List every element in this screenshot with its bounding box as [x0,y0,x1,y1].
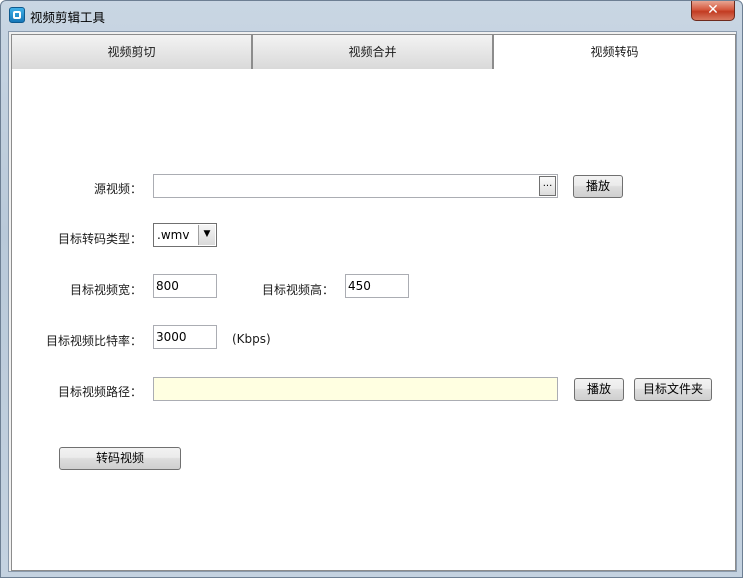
target-path-input[interactable] [153,377,558,401]
app-icon [9,7,25,23]
transcode-panel: 源视频： ... 播放 目标转码类型： .wmv ▼ 目标视频宽： 800 目标… [11,69,736,571]
bitrate-input[interactable]: 3000 [153,325,217,349]
tab-video-cut[interactable]: 视频剪切 [11,34,252,70]
source-video-input[interactable] [153,174,558,198]
bitrate-unit-label: (Kbps) [232,332,271,346]
tab-strip: 视频剪切 视频合并 视频转码 [11,34,736,71]
target-width-label: 目标视频宽： [69,283,142,297]
target-height-label: 目标视频高： [261,283,334,297]
browse-source-button[interactable]: ... [539,176,556,196]
close-button[interactable]: ✕ [691,1,735,21]
client-area: 视频剪切 视频合并 视频转码 源视频： ... 播放 目标转码类型： .wmv … [8,31,737,572]
open-target-folder-button[interactable]: 目标文件夹 [634,378,712,401]
title-bar[interactable]: 视频剪辑工具 ✕ [1,1,742,29]
play-target-button[interactable]: 播放 [574,378,624,401]
app-window: 视频剪辑工具 ✕ 视频剪切 视频合并 视频转码 源视频： ... 播放 目标转码… [0,0,743,578]
target-path-label: 目标视频路径： [57,385,142,399]
target-height-input[interactable]: 450 [345,274,409,298]
target-type-select[interactable]: .wmv ▼ [153,223,217,247]
convert-video-button[interactable]: 转码视频 [59,447,181,470]
play-source-button[interactable]: 播放 [573,175,623,198]
chevron-down-icon[interactable]: ▼ [198,225,215,245]
bitrate-label: 目标视频比特率： [45,334,142,348]
tab-video-merge[interactable]: 视频合并 [252,34,493,70]
tab-video-transcode[interactable]: 视频转码 [493,34,736,71]
window-title: 视频剪辑工具 [30,10,106,25]
source-video-label: 源视频： [93,182,142,196]
target-width-input[interactable]: 800 [153,274,217,298]
target-type-value: .wmv [157,228,190,242]
target-type-label: 目标转码类型： [57,232,142,246]
